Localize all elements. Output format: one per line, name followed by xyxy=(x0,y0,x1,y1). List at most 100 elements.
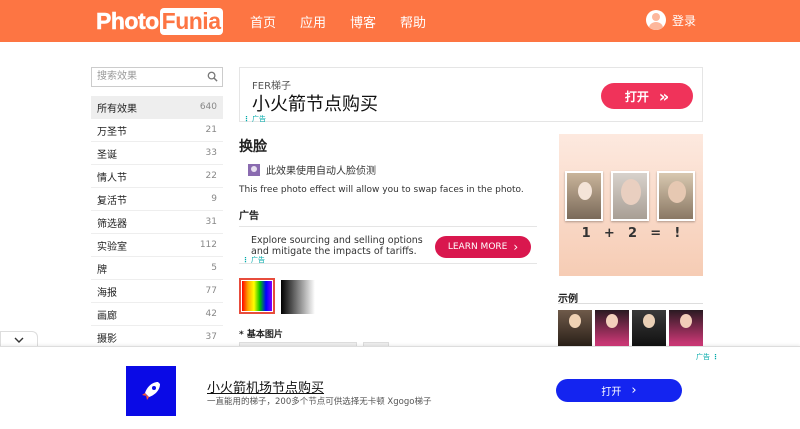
category-count: 33 xyxy=(205,148,217,158)
search-icon[interactable] xyxy=(207,71,218,82)
mid-ad-banner[interactable]: Explore sourcing and selling options and… xyxy=(239,226,537,264)
category-posters[interactable]: 海报 77 xyxy=(91,280,223,303)
main-nav: 首页 应用 博客 帮助 xyxy=(250,0,450,42)
ad-info-icon: ⋮ xyxy=(712,353,719,361)
category-label: 海报 xyxy=(97,287,117,299)
ad-info-icon: ⋮ xyxy=(242,256,249,264)
chevron-right-icon: › xyxy=(631,383,637,398)
category-label: 画廊 xyxy=(97,310,117,322)
category-count: 31 xyxy=(205,217,217,227)
bottom-ad-subtext: 一直能用的梯子，200多个节点可供选择无卡顿 Xgogo梯子 xyxy=(207,397,432,407)
category-count: 37 xyxy=(205,332,217,342)
category-lab[interactable]: 实验室 112 xyxy=(91,234,223,257)
top-ad-open-button[interactable]: 打开 » xyxy=(601,83,693,109)
learn-more-label: LEARN MORE xyxy=(447,242,508,252)
category-easter[interactable]: 复活节 9 xyxy=(91,188,223,211)
category-label: 实验室 xyxy=(97,241,127,253)
example-thumb-1[interactable] xyxy=(558,310,592,346)
ad-tag[interactable]: 广告 ⋮ xyxy=(696,352,721,362)
category-label: 所有效果 xyxy=(97,103,137,115)
top-ad-banner[interactable]: FER梯子 小火箭节点购买 打开 » ⋮ 广告 xyxy=(239,67,703,124)
category-all[interactable]: 所有效果 640 xyxy=(91,96,223,119)
category-count: 112 xyxy=(199,240,217,250)
category-count: 21 xyxy=(205,125,217,135)
category-christmas[interactable]: 圣诞 33 xyxy=(91,142,223,165)
chevron-right-icon: › xyxy=(513,240,519,254)
nav-apps[interactable]: 应用 xyxy=(300,12,326,31)
nav-help[interactable]: 帮助 xyxy=(400,12,426,31)
search-placeholder: 搜索效果 xyxy=(97,71,137,82)
ad-tag-label: 广告 xyxy=(696,353,710,361)
bottom-ad-banner[interactable]: 小火箭机场节点购买 一直能用的梯子，200多个节点可供选择无卡顿 Xgogo梯子… xyxy=(0,346,800,429)
top-ad-button-label: 打开 xyxy=(624,89,649,104)
ad-tag[interactable]: ⋮ 广告 xyxy=(242,255,265,265)
category-count: 640 xyxy=(199,102,217,112)
effect-description: This free photo effect will allow you to… xyxy=(239,185,524,195)
category-label: 万圣节 xyxy=(97,126,127,138)
rainbow-swatch xyxy=(242,281,272,311)
page-title: 换脸 xyxy=(239,139,267,155)
bottom-ad-open-button[interactable]: 打开 › xyxy=(556,379,682,402)
category-count: 5 xyxy=(211,263,217,273)
bottom-ad-headline[interactable]: 小火箭机场节点购买 xyxy=(207,377,324,396)
logo-photo: Photo xyxy=(96,7,160,34)
nav-blog[interactable]: 博客 xyxy=(350,12,376,31)
collapse-ad-button[interactable] xyxy=(0,331,38,347)
category-valentines[interactable]: 情人节 22 xyxy=(91,165,223,188)
category-count: 9 xyxy=(211,194,217,204)
category-cards[interactable]: 牌5 xyxy=(91,257,223,280)
user-icon xyxy=(646,10,666,30)
color-filter-option[interactable] xyxy=(239,278,275,314)
chevron-down-icon xyxy=(14,337,24,343)
ad-section-label: 广告 xyxy=(239,211,259,222)
category-halloween[interactable]: 万圣节 21 xyxy=(91,119,223,142)
preview-photo-2 xyxy=(611,171,649,221)
category-count: 77 xyxy=(205,286,217,296)
rocket-icon xyxy=(126,366,176,416)
search-input[interactable]: 搜索效果 xyxy=(91,67,223,87)
equation-term: ! xyxy=(674,226,681,241)
category-label: 圣诞 xyxy=(97,149,117,161)
example-thumb-4[interactable] xyxy=(669,310,703,346)
effect-preview: 1 + 2 = ! xyxy=(559,134,703,276)
top-ad-headline: 小火箭节点购买 xyxy=(252,94,378,115)
basic-image-label: * 基本图片 xyxy=(239,330,283,340)
equation-term: = xyxy=(650,226,662,241)
mid-ad-text: Explore sourcing and selling options and… xyxy=(251,235,423,257)
category-count: 42 xyxy=(205,309,217,319)
ad-tag[interactable]: ⋮ 广告 xyxy=(243,114,266,124)
face-detection-icon xyxy=(248,163,260,176)
category-label: 摄影 xyxy=(97,333,117,345)
ad-info-icon: ⋮ xyxy=(243,115,250,123)
category-list: 所有效果 640 万圣节 21 圣诞 33 情人节 22 复活节 9 筛选器 31 实验室 1… xyxy=(91,96,223,349)
category-count: 22 xyxy=(205,171,217,181)
category-label: 复活节 xyxy=(97,195,127,207)
equation-term: 1 xyxy=(581,226,591,241)
category-label: 情人节 xyxy=(97,172,127,184)
preview-equation: 1 + 2 = ! xyxy=(559,226,703,241)
equation-term: + xyxy=(603,226,615,241)
category-label: 筛选器 xyxy=(97,218,127,230)
category-label: 牌 xyxy=(97,264,107,276)
example-thumb-2[interactable] xyxy=(595,310,629,346)
ad-tag-label: 广告 xyxy=(251,256,265,264)
login-link[interactable]: 登录 xyxy=(646,10,696,30)
category-galleries[interactable]: 画廊 42 xyxy=(91,303,223,326)
preview-photo-1 xyxy=(565,171,603,221)
login-label: 登录 xyxy=(672,13,697,28)
face-detection-note: 此效果使用自动人脸侦测 xyxy=(248,162,376,177)
bottom-ad-button-label: 打开 xyxy=(601,387,622,398)
example-thumb-3[interactable] xyxy=(632,310,666,346)
examples-divider xyxy=(558,303,703,304)
learn-more-button[interactable]: LEARN MORE › xyxy=(435,236,531,258)
preview-photo-3 xyxy=(657,171,695,221)
equation-term: 2 xyxy=(628,226,638,241)
nav-home[interactable]: 首页 xyxy=(250,12,276,31)
bw-filter-option[interactable] xyxy=(281,280,315,314)
face-detection-label: 此效果使用自动人脸侦测 xyxy=(266,166,376,177)
ad-tag-label: 广告 xyxy=(252,115,266,123)
double-chevron-right-icon: » xyxy=(658,86,670,106)
category-filters[interactable]: 筛选器 31 xyxy=(91,211,223,234)
header: Photo Funia 首页 应用 博客 帮助 登录 xyxy=(0,0,800,42)
photofunia-logo[interactable]: Photo Funia xyxy=(96,7,223,35)
